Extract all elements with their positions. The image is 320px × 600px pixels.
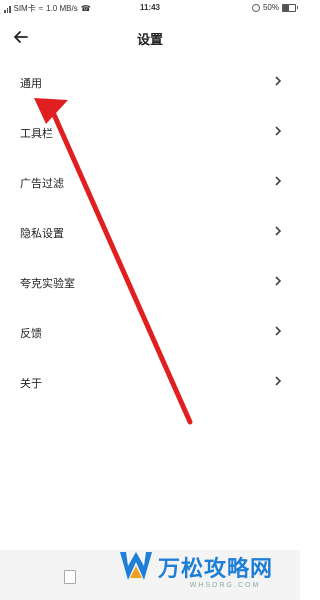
chevron-right-icon xyxy=(275,176,282,186)
menu-item-general[interactable]: 通用 xyxy=(0,58,300,108)
status-right: 50% xyxy=(251,3,298,12)
chevron-right-icon xyxy=(275,276,282,286)
menu-item-privacy[interactable]: 隐私设置 xyxy=(0,208,300,258)
battery-icon xyxy=(282,3,298,12)
menu-item-label: 隐私设置 xyxy=(20,227,64,240)
page-icon[interactable] xyxy=(64,570,76,584)
status-bar: SIM卡 ≈ 1.0 MB/s ☎ 11:43 50% xyxy=(0,0,300,18)
battery-percent: 50% xyxy=(262,3,279,12)
watermark-title: 万松攻略网 xyxy=(158,557,274,582)
alarm-icon xyxy=(251,3,260,12)
menu-item-label: 关于 xyxy=(20,377,42,390)
chevron-right-icon xyxy=(275,376,282,386)
menu-item-toolbar[interactable]: 工具栏 xyxy=(0,108,300,158)
menu-item-lab[interactable]: 夸克实验室 xyxy=(0,258,300,308)
chevron-right-icon xyxy=(275,326,282,336)
menu-item-label: 广告过滤 xyxy=(20,177,64,190)
menu-item-ad-filter[interactable]: 广告过滤 xyxy=(0,158,300,208)
menu-item-about[interactable]: 关于 xyxy=(0,358,300,408)
menu-item-label: 反馈 xyxy=(20,327,42,340)
chevron-right-icon xyxy=(275,76,282,86)
screen: SIM卡 ≈ 1.0 MB/s ☎ 11:43 50% 设置 通用 工具栏 广告… xyxy=(0,0,300,600)
watermark-logo-icon xyxy=(120,552,152,580)
chevron-right-icon xyxy=(275,226,282,236)
settings-menu: 通用 工具栏 广告过滤 隐私设置 夸克实验室 反馈 关于 xyxy=(0,58,300,408)
page-title: 设置 xyxy=(136,33,163,48)
header: 设置 xyxy=(0,18,300,58)
menu-item-label: 工具栏 xyxy=(20,127,53,140)
menu-item-label: 夸克实验室 xyxy=(20,277,75,290)
menu-item-label: 通用 xyxy=(20,77,42,90)
watermark: 万松攻略网 WHSORG.COM xyxy=(118,548,296,598)
chevron-right-icon xyxy=(275,126,282,136)
menu-item-feedback[interactable]: 反馈 xyxy=(0,308,300,358)
watermark-subtitle: WHSORG.COM xyxy=(189,582,261,589)
